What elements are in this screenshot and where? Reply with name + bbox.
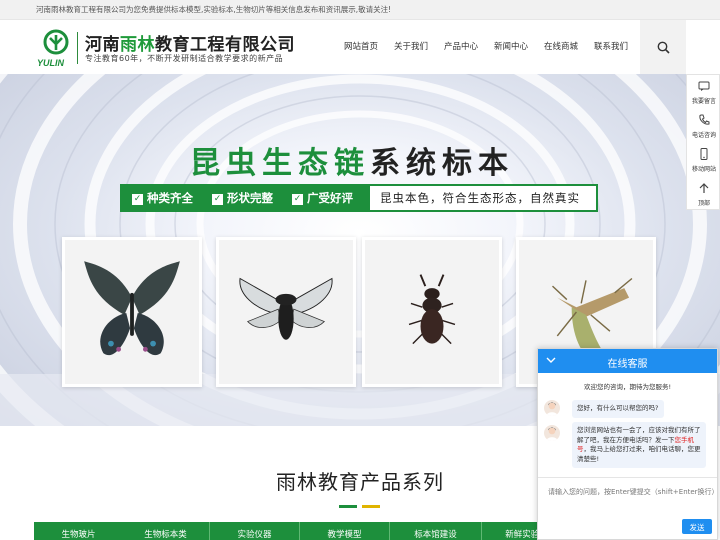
tab-specimens[interactable]: 生物标本类 — [122, 522, 210, 540]
nav-item-products[interactable]: 产品中心 — [444, 40, 478, 52]
banner-tagline: 昆虫本色，符合生态形态，自然真实 — [380, 191, 580, 205]
sidebar-message[interactable]: 我要留言 — [687, 75, 720, 109]
chat-send-button[interactable]: 发送 — [682, 519, 712, 534]
tag-variety: ✓ 种类齐全 — [132, 191, 193, 205]
check-icon: ✓ — [292, 194, 303, 205]
agent-avatar — [544, 425, 560, 441]
tab-slides[interactable]: 生物玻片 — [34, 522, 124, 540]
arrow-up-icon — [699, 183, 709, 193]
floating-sidebar: 我要留言 电话咨询 移动网站 顶部 — [686, 74, 720, 210]
agent-avatar — [544, 400, 560, 416]
check-icon: ✓ — [212, 194, 223, 205]
chat-message-1: 您好，有什么可以帮您的吗? — [572, 400, 664, 418]
company-slogan: 专注教育60年，不断开发研制适合教学要求的新产品 — [85, 54, 284, 63]
message-icon — [698, 81, 710, 91]
top-notice-bar: 河南雨林教育工程有限公司为您免费提供标本模型,实验标本,生物切片等相关信息发布和… — [0, 0, 720, 20]
photo-cicada — [216, 237, 356, 387]
photo-beetle — [362, 237, 502, 387]
nav-item-shop[interactable]: 在线商城 — [544, 40, 578, 52]
chat-divider — [538, 477, 717, 478]
chat-title: 在线客服 — [607, 359, 648, 370]
sidebar-mobile[interactable]: 移动网站 — [687, 143, 720, 177]
tab-museum[interactable]: 标本馆建设 — [390, 522, 482, 540]
chat-header[interactable]: 在线客服 — [538, 349, 717, 373]
chat-welcome: 欢迎您的咨询，期待为您服务! — [583, 383, 672, 391]
tab-models[interactable]: 教学模型 — [300, 522, 390, 540]
site-logo[interactable]: YULIN 河南雨林教育工程有限公司 专注教育60年，不断开发研制适合教学要求的… — [36, 28, 301, 68]
photo-butterfly — [62, 237, 202, 387]
chat-input[interactable]: 请输入您的问题，按Enter键提交（shift+Enter换行） — [548, 487, 719, 497]
cicada-image — [219, 240, 353, 384]
site-header: YULIN 河南雨林教育工程有限公司 专注教育60年，不断开发研制适合教学要求的… — [0, 20, 720, 74]
title-underline-mid — [362, 505, 380, 508]
sidebar-back-to-top[interactable]: 顶部 — [687, 177, 720, 211]
title-underline-left — [339, 505, 357, 508]
logo-divider — [77, 32, 78, 64]
company-name: 河南雨林教育工程有限公司 — [85, 35, 295, 55]
nav-item-home[interactable]: 网站首页 — [344, 40, 378, 52]
svg-text:YULIN: YULIN — [37, 58, 65, 68]
check-icon: ✓ — [132, 194, 143, 205]
chat-message-2: 您浏览网站也有一会了，应该对我们有所了解了吧，我在方便电话吗？发一下您手机号，我… — [572, 422, 706, 468]
top-notice-text: 河南雨林教育工程有限公司为您免费提供标本模型,实验标本,生物切片等相关信息发布和… — [36, 5, 392, 14]
tag-praised: ✓ 广受好评 — [292, 191, 353, 205]
tag-complete: ✓ 形状完整 — [212, 191, 273, 205]
sidebar-phone[interactable]: 电话咨询 — [687, 109, 720, 143]
yulin-logo-icon: YULIN — [37, 29, 69, 68]
nav-item-news[interactable]: 新闻中心 — [494, 40, 528, 52]
butterfly-image — [65, 240, 199, 384]
banner-headline: 昆虫生态链系统标本 — [190, 146, 514, 181]
online-service-chat[interactable]: 在线客服 欢迎您的咨询，期待为您服务! 您好，有什么可以帮您的吗? 您浏览网站也… — [537, 348, 719, 540]
beetle-image — [365, 240, 499, 384]
banner-tagbar: ✓ 种类齐全 ✓ 形状完整 ✓ 广受好评 昆虫本色，符合生态形态，自然真实 — [120, 184, 598, 212]
nav-item-contact[interactable]: 联系我们 — [594, 40, 628, 52]
tab-instruments[interactable]: 实验仪器 — [210, 522, 300, 540]
mobile-icon — [700, 148, 708, 160]
search-icon[interactable] — [657, 41, 670, 54]
nav-item-about[interactable]: 关于我们 — [394, 40, 428, 52]
phone-icon — [699, 114, 710, 125]
